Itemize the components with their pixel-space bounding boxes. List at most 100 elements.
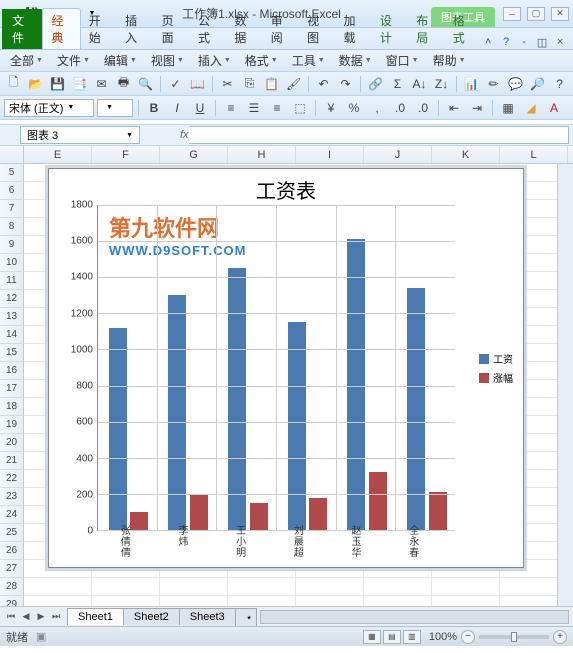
menu-format[interactable]: 格式▼ [239,50,284,71]
help-icon[interactable]: ? [499,35,513,49]
tab-home[interactable]: 开始 [81,9,117,49]
redo2-icon[interactable]: ↷ [336,74,355,94]
row-header[interactable]: 7 [0,200,24,218]
row-header[interactable]: 5 [0,164,24,182]
mail-icon[interactable]: ✉ [92,74,111,94]
tab-addins[interactable]: 加载 [336,9,372,49]
row-header[interactable]: 19 [0,416,24,434]
tab-review[interactable]: 审阅 [263,9,299,49]
minimize-button[interactable]: ─ [503,7,521,21]
row-header[interactable]: 28 [0,578,24,596]
row-header[interactable]: 11 [0,272,24,290]
row-header[interactable]: 8 [0,218,24,236]
formula-input[interactable] [189,126,569,144]
row-header[interactable]: 24 [0,506,24,524]
bar-group[interactable] [277,205,337,530]
horizontal-scrollbar[interactable] [260,610,569,624]
increase-indent-icon[interactable]: ⇥ [467,98,487,118]
row-header[interactable]: 12 [0,290,24,308]
row-header[interactable]: 29 [0,596,24,606]
merge-icon[interactable]: ⬚ [290,98,310,118]
bar[interactable] [429,492,447,530]
tab-data[interactable]: 数据 [226,9,262,49]
increase-decimal-icon[interactable]: .0 [390,98,410,118]
column-header[interactable]: E [24,146,92,163]
menu-tools[interactable]: 工具▼ [286,50,331,71]
zoom-icon[interactable]: 🔎 [528,74,547,94]
italic-icon[interactable]: I [167,98,187,118]
plot-area[interactable] [97,205,455,531]
row-header[interactable]: 9 [0,236,24,254]
chart-legend[interactable]: 工资 涨幅 [479,347,513,389]
zoom-in-button[interactable]: + [553,630,567,644]
bar[interactable] [190,494,208,530]
worksheet-grid[interactable]: EFGHIJKL 5678910111213141516171819202122… [0,146,573,606]
embedded-chart[interactable]: 工资表 第九软件网 WWW.D9SOFT.COM 020040060080010… [48,168,524,568]
fill-color-icon[interactable]: ◢ [521,98,541,118]
drawing-icon[interactable]: ✏ [484,74,503,94]
new-icon[interactable]: 🗋 [4,74,23,94]
select-all-corner[interactable] [0,146,24,163]
sheet-tab-1[interactable]: Sheet1 [67,608,124,625]
maximize-button[interactable]: ▢ [527,7,545,21]
column-header[interactable]: H [228,146,296,163]
menu-window[interactable]: 窗口▼ [380,50,425,71]
bar-group[interactable] [217,205,277,530]
row-header[interactable]: 18 [0,398,24,416]
row-header[interactable]: 26 [0,542,24,560]
sheet-nav-last-icon[interactable]: ⏭ [49,610,63,624]
column-header[interactable]: K [432,146,500,163]
zoom-level[interactable]: 100% [429,631,457,643]
bold-icon[interactable]: B [144,98,164,118]
column-header[interactable]: G [160,146,228,163]
font-color-icon[interactable]: A [544,98,564,118]
menu-edit[interactable]: 编辑▼ [98,50,143,71]
font-name-select[interactable]: 宋体 (正文)▼ [4,99,94,117]
menu-help[interactable]: 帮助▼ [427,50,472,71]
row-header[interactable]: 21 [0,452,24,470]
menu-all[interactable]: 全部▼ [4,50,49,71]
chart-title[interactable]: 工资表 [49,169,523,210]
menu-insert[interactable]: 插入▼ [192,50,237,71]
bar-group[interactable] [158,205,218,530]
vertical-scrollbar[interactable] [557,164,573,606]
row-header[interactable]: 27 [0,560,24,578]
row-header[interactable]: 20 [0,434,24,452]
normal-view-button[interactable]: ▦ [363,630,381,644]
page-layout-view-button[interactable]: ▤ [383,630,401,644]
close-button[interactable]: ✕ [551,7,569,21]
decrease-indent-icon[interactable]: ⇤ [444,98,464,118]
column-header[interactable]: J [364,146,432,163]
sort-desc-icon[interactable]: Z↓ [432,74,451,94]
window-close-icon[interactable]: × [553,35,567,49]
tab-formulas[interactable]: 公式 [190,9,226,49]
open-icon[interactable]: 📂 [26,74,45,94]
name-box-dropdown-icon[interactable]: ▼ [126,132,133,139]
borders-icon[interactable]: ▦ [498,98,518,118]
font-size-select[interactable]: ▼ [97,99,133,117]
menu-view[interactable]: 视图▼ [145,50,190,71]
sheet-nav-first-icon[interactable]: ⏮ [4,610,18,624]
decrease-decimal-icon[interactable]: .0 [413,98,433,118]
paste-icon[interactable]: 📋 [262,74,281,94]
column-header[interactable]: I [296,146,364,163]
column-header[interactable]: L [500,146,568,163]
bar[interactable] [369,472,387,530]
menu-file[interactable]: 文件▼ [51,50,96,71]
bar[interactable] [109,328,127,530]
tab-view[interactable]: 视图 [299,9,335,49]
zoom-slider[interactable] [479,635,549,639]
align-right-icon[interactable]: ≡ [267,98,287,118]
sum-icon[interactable]: Σ [388,74,407,94]
row-header[interactable]: 22 [0,470,24,488]
minimize-ribbon-icon[interactable]: ˄ [481,35,495,49]
new-sheet-button[interactable]: ⋆ [235,608,257,626]
tab-design[interactable]: 设计 [372,9,408,49]
sheet-tab-2[interactable]: Sheet2 [123,608,180,625]
menu-data[interactable]: 数据▼ [333,50,378,71]
align-center-icon[interactable]: ☰ [244,98,264,118]
comment-icon[interactable]: 💬 [506,74,525,94]
page-break-view-button[interactable]: ▥ [403,630,421,644]
fx-icon[interactable]: fx [180,129,189,141]
bar-group[interactable] [337,205,397,530]
